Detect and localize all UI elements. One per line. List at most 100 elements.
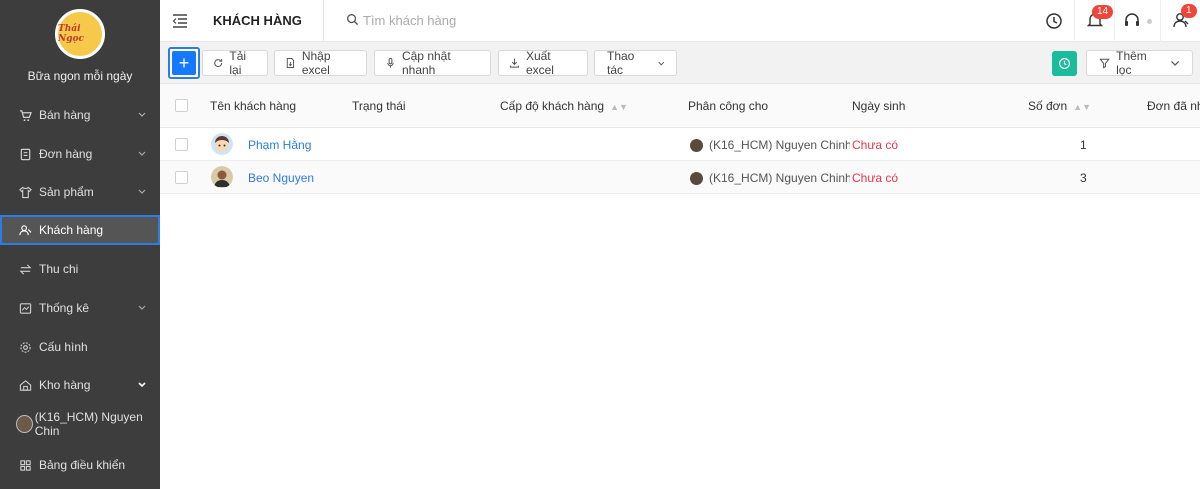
- notification-bell[interactable]: 14: [1074, 0, 1114, 42]
- warehouse-icon: [18, 378, 32, 392]
- avatar: [16, 415, 33, 433]
- exchange-icon: [18, 262, 32, 276]
- customer-name-link[interactable]: Beo Nguyen: [248, 171, 314, 185]
- reload-button[interactable]: Tải lại: [202, 49, 268, 77]
- sidebar-item-ban-hang[interactable]: Bán hàng: [0, 100, 160, 130]
- plus-icon: +: [172, 51, 196, 75]
- sidebar-item-label: Sản phẩm: [39, 185, 94, 199]
- logo-text: Thái Ngọc: [58, 24, 85, 44]
- more-filters-button[interactable]: Thêm lọc: [1086, 49, 1193, 77]
- toolbar: + Tải lại Nhập excel Cập nhật nhanh Xuất…: [160, 42, 1200, 84]
- cart-icon: [18, 108, 32, 122]
- sidebar-item-khach-hang[interactable]: Khách hàng: [0, 215, 160, 245]
- chevron-down-icon: [137, 186, 147, 196]
- chevron-down-icon: [137, 109, 147, 119]
- headset-icon: [1123, 12, 1141, 31]
- reload-icon: [214, 59, 223, 67]
- sidebar-item-label: Thống kê: [39, 301, 90, 315]
- header-assigned-to[interactable]: Phân công cho: [688, 99, 768, 113]
- sidebar-item-thong-ke[interactable]: Thống kê: [0, 293, 160, 323]
- chevron-down-icon: [137, 302, 147, 312]
- row-checkbox[interactable]: [175, 171, 188, 184]
- topbar: KHÁCH HÀNG 14 1: [160, 0, 1200, 42]
- brand: Thái Ngọc Bữa ngon mỗi ngày: [0, 0, 160, 96]
- sidebar-item-label: Kho hàng: [39, 378, 91, 392]
- assigned-name: (K16_HCM) Nguyen Chinh H: [709, 171, 850, 185]
- sidebar-item-label: Bán hàng: [39, 108, 91, 122]
- sidebar-item-kho-hang[interactable]: Kho hàng: [0, 370, 160, 400]
- customer-name-link[interactable]: Phạm Hằng: [248, 138, 311, 152]
- sidebar-item-don-hang[interactable]: Đơn hàng: [0, 139, 160, 169]
- history-button[interactable]: [1052, 51, 1077, 76]
- header-orders-label: Số đơn: [1028, 99, 1068, 113]
- search-box[interactable]: [324, 13, 663, 29]
- actions-dropdown[interactable]: Thao tác: [594, 49, 677, 77]
- header-customer-name[interactable]: Tên khách hàng: [210, 99, 296, 113]
- avatar: [690, 138, 703, 152]
- user-menu[interactable]: 1: [1160, 0, 1200, 42]
- header-birthday[interactable]: Ngày sinh: [852, 99, 905, 113]
- sidebar: Thái Ngọc Bữa ngon mỗi ngày Bán hàng Đơn…: [0, 0, 160, 489]
- chevron-down-icon: [1170, 60, 1179, 66]
- import-excel-button[interactable]: Nhập excel: [274, 49, 367, 77]
- page-title: KHÁCH HÀNG: [200, 0, 324, 42]
- cell-orders: 1: [1080, 138, 1087, 152]
- sort-icon[interactable]: ▲▼: [1073, 102, 1091, 112]
- select-all-checkbox[interactable]: [175, 99, 188, 112]
- clock-icon: [1058, 57, 1071, 70]
- sort-icon[interactable]: ▲▼: [610, 102, 628, 112]
- import-excel-label: Nhập excel: [301, 49, 331, 77]
- sidebar-item-cau-hinh[interactable]: Cấu hình: [0, 332, 160, 362]
- avatar: [211, 133, 233, 155]
- quick-update-button[interactable]: Cập nhật nhanh: [374, 49, 491, 77]
- gear-icon: [18, 340, 32, 354]
- cell-birthday: Chưa có: [852, 138, 899, 152]
- menu-toggle-icon[interactable]: [160, 0, 200, 42]
- cell-orders: 3: [1080, 171, 1087, 185]
- download-icon: [509, 58, 520, 68]
- sidebar-item-dashboard[interactable]: Bảng điều khiển: [0, 450, 160, 480]
- table-row[interactable]: Phạm Hằng (K16_HCM) Nguyen Chinh H Chưa …: [160, 128, 1200, 161]
- topbar-actions: 14 1: [1034, 0, 1200, 42]
- header-customer-level[interactable]: Cấp độ khách hàng ▲▼: [500, 99, 628, 113]
- avatar: [690, 171, 703, 185]
- cell-birthday: Chưa có: [852, 171, 899, 185]
- add-customer-button[interactable]: +: [168, 47, 200, 79]
- file-import-icon: [286, 57, 295, 69]
- receipt-icon: [18, 147, 32, 161]
- support[interactable]: [1114, 0, 1160, 42]
- chevron-down-icon: [658, 61, 665, 65]
- sidebar-user[interactable]: (K16_HCM) Nguyen Chin: [0, 409, 160, 439]
- header-customer-level-label: Cấp độ khách hàng: [500, 99, 605, 113]
- actions-label: Thao tác: [607, 49, 635, 77]
- clock-icon[interactable]: [1034, 0, 1074, 42]
- chart-icon: [18, 301, 32, 315]
- reload-label: Tải lại: [229, 49, 247, 77]
- chevron-down-icon: [137, 379, 147, 389]
- table-row[interactable]: Beo Nguyen (K16_HCM) Nguyen Chinh H Chưa…: [160, 161, 1200, 194]
- user-badge: 1: [1181, 4, 1197, 18]
- export-excel-button[interactable]: Xuất excel: [498, 49, 588, 77]
- microphone-icon: [387, 57, 394, 68]
- filter-icon: [1099, 58, 1110, 69]
- notification-badge: 14: [1092, 5, 1114, 19]
- brand-name: Bữa ngon mỗi ngày: [27, 69, 133, 83]
- chevron-down-icon: [137, 148, 147, 158]
- sidebar-item-label: Bảng điều khiển: [39, 458, 126, 472]
- row-checkbox[interactable]: [175, 138, 188, 151]
- shirt-icon: [18, 185, 32, 199]
- sidebar-item-label: Thu chi: [39, 262, 79, 276]
- header-status[interactable]: Trạng thái: [352, 99, 406, 113]
- avatar: [211, 166, 233, 188]
- more-filters-label: Thêm lọc: [1116, 49, 1147, 77]
- brand-logo[interactable]: Thái Ngọc: [55, 9, 105, 59]
- search-icon: [346, 13, 359, 29]
- header-orders[interactable]: Số đơn ▲▼: [1028, 99, 1091, 113]
- status-dot: [1147, 18, 1152, 24]
- customer-table: Tên khách hàng Trạng thái Cấp độ khách h…: [160, 84, 1200, 194]
- sidebar-item-thu-chi[interactable]: Thu chi: [0, 254, 160, 284]
- search-input[interactable]: [363, 13, 663, 28]
- sidebar-item-label: Khách hàng: [39, 223, 104, 237]
- sidebar-item-san-pham[interactable]: Sản phẩm: [0, 177, 160, 207]
- header-delivered-orders[interactable]: Đơn đã nh: [1147, 99, 1200, 113]
